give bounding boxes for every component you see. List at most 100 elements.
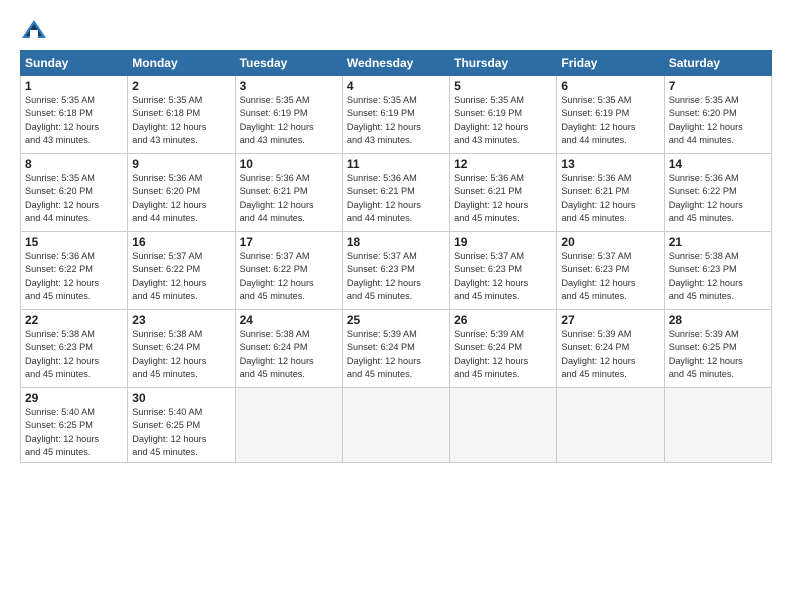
day-cell: 30Sunrise: 5:40 AMSunset: 6:25 PMDayligh… <box>128 388 235 463</box>
day-number: 24 <box>240 313 338 327</box>
logo-icon <box>20 18 48 40</box>
day-info: Sunrise: 5:37 AMSunset: 6:23 PMDaylight:… <box>561 250 659 303</box>
day-info: Sunrise: 5:36 AMSunset: 6:22 PMDaylight:… <box>669 172 767 225</box>
day-info: Sunrise: 5:38 AMSunset: 6:23 PMDaylight:… <box>669 250 767 303</box>
day-cell: 17Sunrise: 5:37 AMSunset: 6:22 PMDayligh… <box>235 232 342 310</box>
day-cell: 20Sunrise: 5:37 AMSunset: 6:23 PMDayligh… <box>557 232 664 310</box>
day-cell: 4Sunrise: 5:35 AMSunset: 6:19 PMDaylight… <box>342 76 449 154</box>
day-cell: 29Sunrise: 5:40 AMSunset: 6:25 PMDayligh… <box>21 388 128 463</box>
day-info: Sunrise: 5:35 AMSunset: 6:20 PMDaylight:… <box>669 94 767 147</box>
day-cell: 15Sunrise: 5:36 AMSunset: 6:22 PMDayligh… <box>21 232 128 310</box>
day-info: Sunrise: 5:38 AMSunset: 6:24 PMDaylight:… <box>132 328 230 381</box>
day-number: 21 <box>669 235 767 249</box>
day-number: 8 <box>25 157 123 171</box>
day-cell: 19Sunrise: 5:37 AMSunset: 6:23 PMDayligh… <box>450 232 557 310</box>
day-cell: 11Sunrise: 5:36 AMSunset: 6:21 PMDayligh… <box>342 154 449 232</box>
day-info: Sunrise: 5:36 AMSunset: 6:21 PMDaylight:… <box>240 172 338 225</box>
logo <box>20 18 52 40</box>
day-number: 28 <box>669 313 767 327</box>
day-number: 17 <box>240 235 338 249</box>
day-cell: 23Sunrise: 5:38 AMSunset: 6:24 PMDayligh… <box>128 310 235 388</box>
day-number: 26 <box>454 313 552 327</box>
day-info: Sunrise: 5:36 AMSunset: 6:21 PMDaylight:… <box>454 172 552 225</box>
day-cell: 8Sunrise: 5:35 AMSunset: 6:20 PMDaylight… <box>21 154 128 232</box>
week-row-2: 8Sunrise: 5:35 AMSunset: 6:20 PMDaylight… <box>21 154 772 232</box>
column-header-wednesday: Wednesday <box>342 51 449 76</box>
calendar-header <box>20 18 772 40</box>
header-row: SundayMondayTuesdayWednesdayThursdayFrid… <box>21 51 772 76</box>
day-cell <box>450 388 557 463</box>
day-number: 22 <box>25 313 123 327</box>
day-cell: 12Sunrise: 5:36 AMSunset: 6:21 PMDayligh… <box>450 154 557 232</box>
day-cell: 18Sunrise: 5:37 AMSunset: 6:23 PMDayligh… <box>342 232 449 310</box>
day-cell: 22Sunrise: 5:38 AMSunset: 6:23 PMDayligh… <box>21 310 128 388</box>
day-number: 16 <box>132 235 230 249</box>
day-number: 9 <box>132 157 230 171</box>
day-number: 23 <box>132 313 230 327</box>
day-info: Sunrise: 5:39 AMSunset: 6:24 PMDaylight:… <box>347 328 445 381</box>
day-cell <box>342 388 449 463</box>
column-header-friday: Friday <box>557 51 664 76</box>
day-cell <box>235 388 342 463</box>
day-info: Sunrise: 5:39 AMSunset: 6:24 PMDaylight:… <box>561 328 659 381</box>
day-cell: 1Sunrise: 5:35 AMSunset: 6:18 PMDaylight… <box>21 76 128 154</box>
day-info: Sunrise: 5:35 AMSunset: 6:20 PMDaylight:… <box>25 172 123 225</box>
day-number: 30 <box>132 391 230 405</box>
day-cell <box>664 388 771 463</box>
calendar-page: SundayMondayTuesdayWednesdayThursdayFrid… <box>0 0 792 612</box>
day-number: 11 <box>347 157 445 171</box>
day-number: 13 <box>561 157 659 171</box>
day-number: 12 <box>454 157 552 171</box>
day-info: Sunrise: 5:37 AMSunset: 6:22 PMDaylight:… <box>132 250 230 303</box>
column-header-saturday: Saturday <box>664 51 771 76</box>
day-cell <box>557 388 664 463</box>
day-info: Sunrise: 5:36 AMSunset: 6:22 PMDaylight:… <box>25 250 123 303</box>
day-cell: 16Sunrise: 5:37 AMSunset: 6:22 PMDayligh… <box>128 232 235 310</box>
day-cell: 25Sunrise: 5:39 AMSunset: 6:24 PMDayligh… <box>342 310 449 388</box>
day-cell: 24Sunrise: 5:38 AMSunset: 6:24 PMDayligh… <box>235 310 342 388</box>
day-cell: 21Sunrise: 5:38 AMSunset: 6:23 PMDayligh… <box>664 232 771 310</box>
column-header-sunday: Sunday <box>21 51 128 76</box>
column-header-thursday: Thursday <box>450 51 557 76</box>
week-row-3: 15Sunrise: 5:36 AMSunset: 6:22 PMDayligh… <box>21 232 772 310</box>
day-info: Sunrise: 5:35 AMSunset: 6:18 PMDaylight:… <box>25 94 123 147</box>
day-cell: 13Sunrise: 5:36 AMSunset: 6:21 PMDayligh… <box>557 154 664 232</box>
day-info: Sunrise: 5:36 AMSunset: 6:21 PMDaylight:… <box>561 172 659 225</box>
day-number: 6 <box>561 79 659 93</box>
day-number: 18 <box>347 235 445 249</box>
day-number: 19 <box>454 235 552 249</box>
day-cell: 14Sunrise: 5:36 AMSunset: 6:22 PMDayligh… <box>664 154 771 232</box>
day-cell: 10Sunrise: 5:36 AMSunset: 6:21 PMDayligh… <box>235 154 342 232</box>
day-info: Sunrise: 5:35 AMSunset: 6:18 PMDaylight:… <box>132 94 230 147</box>
day-cell: 3Sunrise: 5:35 AMSunset: 6:19 PMDaylight… <box>235 76 342 154</box>
day-info: Sunrise: 5:35 AMSunset: 6:19 PMDaylight:… <box>240 94 338 147</box>
day-info: Sunrise: 5:36 AMSunset: 6:20 PMDaylight:… <box>132 172 230 225</box>
day-info: Sunrise: 5:38 AMSunset: 6:24 PMDaylight:… <box>240 328 338 381</box>
day-number: 4 <box>347 79 445 93</box>
column-header-tuesday: Tuesday <box>235 51 342 76</box>
day-info: Sunrise: 5:39 AMSunset: 6:24 PMDaylight:… <box>454 328 552 381</box>
day-info: Sunrise: 5:39 AMSunset: 6:25 PMDaylight:… <box>669 328 767 381</box>
day-info: Sunrise: 5:40 AMSunset: 6:25 PMDaylight:… <box>132 406 230 459</box>
day-number: 15 <box>25 235 123 249</box>
day-info: Sunrise: 5:38 AMSunset: 6:23 PMDaylight:… <box>25 328 123 381</box>
day-info: Sunrise: 5:37 AMSunset: 6:23 PMDaylight:… <box>347 250 445 303</box>
day-info: Sunrise: 5:35 AMSunset: 6:19 PMDaylight:… <box>454 94 552 147</box>
day-cell: 7Sunrise: 5:35 AMSunset: 6:20 PMDaylight… <box>664 76 771 154</box>
day-number: 29 <box>25 391 123 405</box>
day-cell: 28Sunrise: 5:39 AMSunset: 6:25 PMDayligh… <box>664 310 771 388</box>
day-info: Sunrise: 5:36 AMSunset: 6:21 PMDaylight:… <box>347 172 445 225</box>
week-row-5: 29 Sunrise: 5:40 AMSunset: 6:25 PMDayligh… <box>21 388 772 463</box>
day-cell: 27Sunrise: 5:39 AMSunset: 6:24 PMDayligh… <box>557 310 664 388</box>
day-number: 3 <box>240 79 338 93</box>
day-number: 27 <box>561 313 659 327</box>
week-row-4: 22Sunrise: 5:38 AMSunset: 6:23 PMDayligh… <box>21 310 772 388</box>
day-number: 14 <box>669 157 767 171</box>
day-number: 2 <box>132 79 230 93</box>
day-cell: 2Sunrise: 5:35 AMSunset: 6:18 PMDaylight… <box>128 76 235 154</box>
day-number: 10 <box>240 157 338 171</box>
week-row-1: 1Sunrise: 5:35 AMSunset: 6:18 PMDaylight… <box>21 76 772 154</box>
day-info: Sunrise: 5:35 AMSunset: 6:19 PMDaylight:… <box>347 94 445 147</box>
day-info: Sunrise: 5:35 AMSunset: 6:19 PMDaylight:… <box>561 94 659 147</box>
day-info: Sunrise: 5:37 AMSunset: 6:23 PMDaylight:… <box>454 250 552 303</box>
